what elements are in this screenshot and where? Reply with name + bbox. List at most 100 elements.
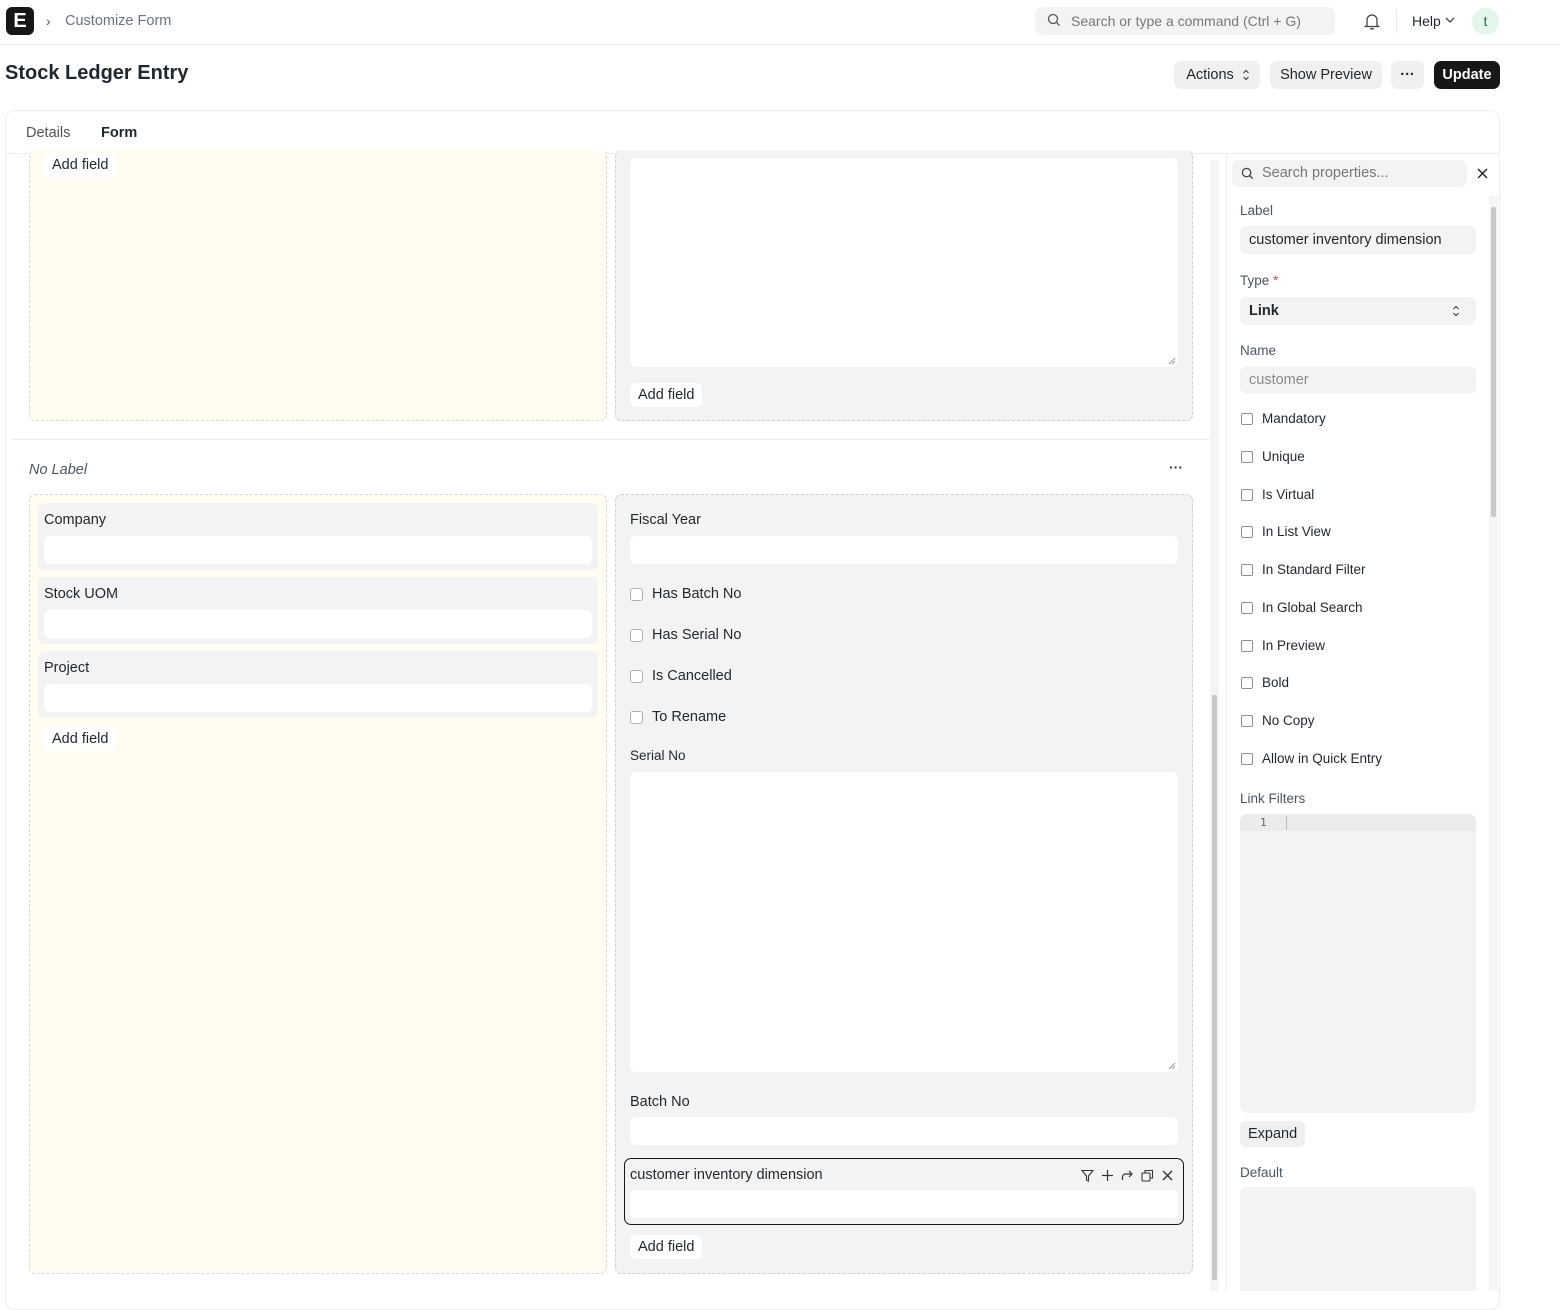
close-icon[interactable] — [1477, 168, 1488, 179]
field-label: Fiscal Year — [630, 512, 701, 528]
project-input[interactable] — [44, 684, 592, 712]
add-field-button[interactable]: Add field — [44, 727, 117, 751]
checkbox-label: Is Cancelled — [652, 668, 732, 684]
top-left-column — [29, 150, 607, 421]
expand-button[interactable]: Expand — [1240, 1121, 1306, 1147]
in-preview-checkbox[interactable] — [1241, 640, 1253, 652]
page-title: Stock Ledger Entry — [5, 62, 189, 84]
type-property-select[interactable]: Link — [1240, 297, 1476, 325]
in-standard-filter-checkbox[interactable] — [1241, 564, 1253, 576]
batch-no-input[interactable] — [630, 1117, 1178, 1145]
no-copy-checkbox[interactable] — [1241, 715, 1253, 727]
remove-icon[interactable] — [1161, 1169, 1174, 1182]
mandatory-checkbox[interactable] — [1241, 413, 1253, 425]
section-title[interactable]: No Label — [29, 462, 87, 478]
add-icon[interactable] — [1101, 1169, 1114, 1182]
label-property-input[interactable]: customer inventory dimension — [1240, 226, 1476, 254]
section-menu-button[interactable]: ··· — [1169, 459, 1183, 475]
checkbox-label: No Copy — [1262, 713, 1315, 728]
to-rename-checkbox[interactable] — [630, 711, 643, 724]
properties-search-input[interactable]: Search properties... — [1232, 160, 1467, 187]
app-logo[interactable]: E — [6, 7, 34, 35]
duplicate-icon[interactable] — [1141, 1169, 1154, 1182]
bold-checkbox[interactable] — [1241, 677, 1253, 689]
required-mark: * — [1273, 273, 1279, 288]
editor-cursor — [1286, 816, 1287, 830]
checkbox-label: Has Batch No — [652, 586, 742, 602]
more-options-button[interactable]: ··· — [1391, 61, 1424, 89]
checkbox-label: In Global Search — [1262, 600, 1363, 615]
customer-inventory-dimension-input[interactable] — [630, 1190, 1178, 1218]
type-title-text: Type — [1240, 273, 1270, 288]
checkbox-label: In Preview — [1262, 638, 1326, 653]
type-property-title: Type * — [1240, 273, 1278, 288]
checkbox-label: Unique — [1262, 449, 1305, 464]
field-label: Project — [44, 660, 90, 676]
stock-uom-input[interactable] — [44, 610, 592, 638]
field-label: Serial No — [630, 748, 686, 763]
search-icon — [1241, 167, 1254, 180]
help-dropdown[interactable]: Help — [1412, 13, 1441, 29]
checkbox-label: Bold — [1262, 675, 1290, 690]
add-field-button[interactable]: Add field — [630, 383, 703, 407]
company-input[interactable] — [44, 536, 592, 564]
field-label: Batch No — [630, 1094, 690, 1110]
in-global-search-checkbox[interactable] — [1241, 602, 1253, 614]
allow-in-quick-entry-checkbox[interactable] — [1241, 753, 1253, 765]
checkbox-label: Allow in Quick Entry — [1262, 751, 1383, 766]
tab-form[interactable]: Form — [101, 125, 137, 141]
tab-details[interactable]: Details — [26, 125, 70, 141]
filter-icon[interactable] — [1081, 1169, 1094, 1182]
field-label: Company — [44, 512, 107, 528]
default-property-textarea[interactable] — [1240, 1187, 1476, 1291]
resize-handle-icon[interactable] — [1168, 1062, 1176, 1070]
unique-checkbox[interactable] — [1241, 451, 1253, 463]
default-property-title: Default — [1240, 1165, 1283, 1180]
add-field-button[interactable]: Add field — [44, 153, 117, 177]
properties-scrollbar-thumb[interactable] — [1491, 207, 1496, 517]
properties-panel-divider — [1226, 154, 1227, 1291]
search-placeholder: Search or type a command (Ctrl + G) — [1071, 13, 1301, 29]
has-batch-no-checkbox[interactable] — [630, 588, 643, 601]
name-property-input: customer — [1240, 366, 1476, 394]
notification-bell-icon[interactable] — [1364, 12, 1380, 30]
link-filters-code-editor[interactable]: 1 — [1240, 814, 1476, 1113]
type-select-value: Link — [1249, 303, 1279, 319]
is-virtual-checkbox[interactable] — [1241, 489, 1253, 501]
checkbox-label: Is Virtual — [1262, 487, 1315, 502]
form-scrollbar-thumb[interactable] — [1212, 695, 1217, 1280]
textarea-field[interactable] — [630, 158, 1178, 367]
is-cancelled-checkbox[interactable] — [630, 670, 643, 683]
editor-line-number: 1 — [1260, 816, 1267, 829]
checkbox-label: In List View — [1262, 524, 1331, 539]
resize-handle-icon[interactable] — [1168, 357, 1176, 365]
label-property-title: Label — [1240, 203, 1274, 218]
serial-no-textarea[interactable] — [630, 772, 1178, 1072]
breadcrumb-customize-form[interactable]: Customize Form — [65, 13, 171, 29]
search-icon — [1047, 13, 1060, 26]
update-button[interactable]: Update — [1434, 61, 1500, 89]
fiscal-year-input[interactable] — [630, 536, 1178, 564]
show-preview-button[interactable]: Show Preview — [1270, 61, 1382, 89]
actions-button-label: Actions — [1186, 67, 1234, 83]
in-list-view-checkbox[interactable] — [1241, 526, 1253, 538]
field-label: Stock UOM — [44, 586, 119, 602]
awesomebar-search[interactable]: Search or type a command (Ctrl + G) — [1035, 7, 1335, 35]
breadcrumb-chevron-icon: › — [46, 13, 51, 29]
has-serial-no-checkbox[interactable] — [630, 629, 643, 642]
add-field-button[interactable]: Add field — [630, 1235, 703, 1259]
user-avatar[interactable]: t — [1472, 8, 1499, 35]
select-arrows-icon — [1243, 69, 1249, 81]
checkbox-label: Has Serial No — [652, 627, 742, 643]
field-label: customer inventory dimension — [630, 1167, 823, 1183]
properties-search-placeholder: Search properties... — [1262, 165, 1389, 181]
link-filters-title: Link Filters — [1240, 791, 1306, 806]
checkbox-label: Mandatory — [1262, 411, 1326, 426]
navbar: E › Customize Form Search or type a comm… — [0, 0, 1560, 45]
checkbox-label: To Rename — [652, 709, 727, 725]
actions-button[interactable]: Actions — [1174, 61, 1260, 89]
chevron-down-icon[interactable] — [1445, 16, 1455, 24]
section-divider — [12, 439, 1210, 440]
checkbox-label: In Standard Filter — [1262, 562, 1366, 577]
move-icon[interactable] — [1121, 1169, 1134, 1182]
